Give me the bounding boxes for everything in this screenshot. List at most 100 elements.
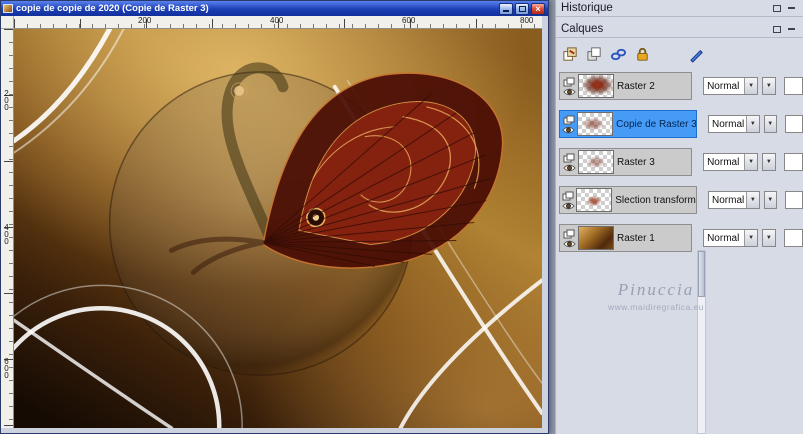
layer-thumbnail [577,112,614,136]
layer-options-dropdown[interactable]: ▼ [763,115,777,133]
layer-row-raster-1[interactable]: Raster 1 Normal ▼ ▼ [559,224,803,252]
edit-selection-button[interactable] [686,44,706,64]
blend-mode-select[interactable]: Normal ▼ [703,229,759,247]
lock-transparency-button[interactable] [632,44,652,64]
thumbnail-preview [579,75,613,97]
layer-options-dropdown[interactable]: ▼ [762,153,776,171]
layers-list: Raster 2 Normal ▼ ▼ Copie de Raster 3 No… [559,72,803,262]
visibility-toggle[interactable] [562,164,576,172]
ruler-label: 200 [138,16,152,25]
vertical-ruler: 200 400 600 [1,29,14,428]
application: copie de copie de 2020 (Copie de Raster … [0,0,803,434]
layer-strip: Slection transforme [559,186,697,214]
chevron-down-icon[interactable]: ▼ [744,154,758,170]
chevron-down-icon[interactable]: ▼ [745,116,759,132]
visibility-toggle[interactable] [562,126,575,134]
eye-icon [562,164,576,171]
float-icon [773,25,781,33]
layer-row-raster-3[interactable]: Raster 3 Normal ▼ ▼ [559,148,803,176]
duplicate-layer-button[interactable] [584,44,604,64]
opacity-field[interactable] [783,229,803,247]
watermark-name: Pinuccia [617,280,695,299]
layer-thumbnail [578,74,614,98]
layer-thumbnail [576,188,613,212]
layer-row-raster-2[interactable]: Raster 2 Normal ▼ ▼ [559,72,803,100]
blend-mode-select[interactable]: Normal ▼ [703,77,759,95]
ruler-corner [1,16,14,29]
layers-panel-header: Calques [556,21,803,38]
titlebar[interactable]: copie de copie de 2020 (Copie de Raster … [1,1,548,16]
restore-button[interactable] [515,2,529,15]
layer-options-dropdown[interactable]: ▼ [763,191,777,209]
history-panel-title: Historique [561,2,613,14]
history-panel-header: Historique [556,0,803,17]
ruler-label: 400 [2,223,11,244]
minimize-button[interactable] [499,2,513,15]
ruler-label: 600 [2,357,11,378]
layer-strip: Raster 1 [559,224,693,252]
canvas[interactable] [14,29,542,428]
thumbnail-preview [578,113,613,135]
float-icon [773,4,781,12]
image-window: copie de copie de 2020 (Copie de Raster … [0,0,549,434]
history-float-button[interactable] [770,2,784,14]
restore-icon [518,5,526,12]
layer-strip: Raster 2 [559,72,693,100]
watermark-url: www.maidiregrafica.eu [607,302,704,312]
opacity-field[interactable] [783,77,803,95]
opacity-field[interactable] [784,191,803,209]
layer-name: Copie de Raster 3 [616,118,696,130]
collapse-icon [787,7,795,9]
pen-icon [689,49,703,63]
link-layers-button[interactable] [608,44,628,64]
ruler-label: 800 [520,16,534,25]
history-collapse-button[interactable] [784,2,798,14]
lock-icon [636,47,648,61]
blend-mode-select[interactable]: Normal ▼ [708,191,760,209]
ruler-label: 400 [270,16,284,25]
raster-layer-icon [563,229,575,238]
layer-options-dropdown[interactable]: ▼ [762,77,776,95]
opacity-field[interactable] [784,115,803,133]
visibility-toggle[interactable] [562,240,576,248]
new-layer-icon [562,46,577,61]
layers-collapse-button[interactable] [784,23,798,35]
layer-strip: Raster 3 [559,148,693,176]
ruler-label: 600 [402,16,416,25]
link-layers-icon [610,48,626,60]
layer-name: Slection transforme [615,194,696,206]
layer-strip: Copie de Raster 3 [559,110,697,138]
layers-scrollbar[interactable] [697,250,706,434]
new-layer-button[interactable] [560,44,580,64]
layers-panel-title: Calques [561,23,604,35]
layer-row-selection-transformee[interactable]: Slection transforme Normal ▼ ▼ [559,186,803,214]
blend-mode-value: Normal [712,194,745,206]
layer-name: Raster 2 [617,80,655,92]
visibility-toggle[interactable] [562,88,576,96]
thumbnail-preview [579,227,613,249]
eye-icon [562,88,576,95]
thumbnail-preview [579,151,613,173]
blend-mode-select[interactable]: Normal ▼ [703,153,759,171]
window-title: copie de copie de 2020 (Copie de Raster … [16,3,209,14]
chevron-down-icon[interactable]: ▼ [744,78,758,94]
layer-row-copie-de-raster-3[interactable]: Copie de Raster 3 Normal ▼ ▼ [559,110,803,138]
opacity-field[interactable] [783,153,803,171]
raster-layer-icon [563,77,575,86]
layer-left-column [560,77,578,96]
visibility-toggle[interactable] [561,202,575,210]
window-controls: × [499,2,545,15]
collapse-icon [787,28,795,30]
chevron-down-icon[interactable]: ▼ [745,192,759,208]
fractal-artwork [14,29,542,428]
close-button[interactable]: × [531,2,545,15]
blend-mode-value: Normal [707,80,740,92]
layer-name: Raster 3 [617,156,655,168]
blend-mode-select[interactable]: Normal ▼ [708,115,760,133]
chevron-down-icon[interactable]: ▼ [744,230,758,246]
horizontal-ruler: 200 400 600 800 [14,16,542,29]
eye-icon [562,126,575,133]
raster-layer-icon [563,115,575,124]
layer-options-dropdown[interactable]: ▼ [762,229,776,247]
layers-float-button[interactable] [770,23,784,35]
